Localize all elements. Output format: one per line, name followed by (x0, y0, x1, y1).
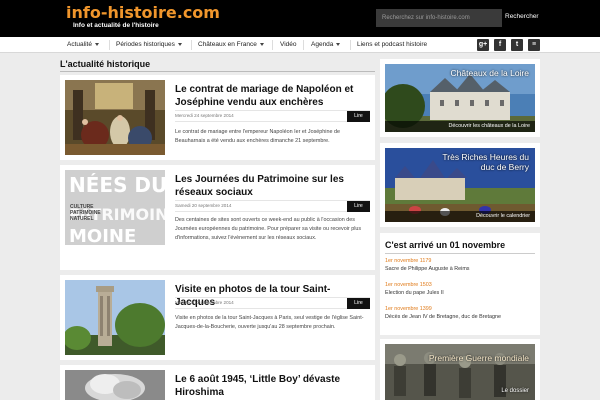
read-button[interactable]: Lire (347, 298, 370, 309)
search-input[interactable]: Recherchez sur info-histoire.com (376, 9, 502, 27)
banner-caption[interactable]: Le dossier (501, 386, 529, 396)
site-logo[interactable]: info-histoire.com (66, 3, 220, 22)
thumbnail-text: NATUREL (70, 216, 94, 222)
nav-item-liens[interactable]: Liens et podcast histoire (357, 41, 427, 48)
event-date-link[interactable]: 1er novembre 1399 (385, 306, 432, 312)
article-thumbnail[interactable] (65, 80, 165, 155)
chevron-down-icon (177, 42, 182, 46)
google-plus-icon[interactable]: g+ (477, 39, 489, 51)
on-this-day-box: C'est arrivé un 01 novembre 1er novembre… (380, 233, 540, 335)
banner-title: Très Riches Heures du duc de Berry (442, 152, 529, 172)
nav-item-agenda[interactable]: Agenda (311, 41, 341, 48)
banner-premiere-guerre[interactable]: Première Guerre mondiale Le dossier (380, 339, 540, 400)
nav-separator (109, 40, 110, 50)
article-meta: Mercredi 24 septembre 2014 Lire (175, 110, 370, 122)
nav-item-periodes[interactable]: Périodes historiques (116, 41, 182, 48)
on-this-day-divider (385, 253, 535, 254)
article-card: Visite en photos de la tour Saint-Jacque… (60, 275, 375, 360)
read-button[interactable]: Lire (347, 201, 370, 212)
nav-item-actualite[interactable]: Actualité (67, 41, 99, 48)
read-button[interactable]: Lire (347, 111, 370, 122)
section-divider (60, 71, 375, 72)
main-nav: Actualité Périodes historiques Châteaux … (0, 37, 600, 53)
banner-title: Châteaux de la Loire (450, 68, 529, 78)
article-card: NÉES DU PATRIMOINE CULTURE PATRIMOINE NA… (60, 165, 375, 270)
article-thumbnail[interactable] (65, 280, 165, 355)
nav-separator (272, 40, 273, 50)
banner-caption[interactable]: Découvrir les châteaux de la Loire (385, 121, 535, 132)
nav-separator (303, 40, 304, 50)
banner-title: Première Guerre mondiale (428, 353, 529, 363)
article-meta: Samedi 20 septembre 2014 Lire (175, 200, 370, 212)
article-date: Samedi 20 septembre 2014 (175, 203, 232, 208)
article-title[interactable]: Le 6 août 1945, ‘Little Boy’ dévaste Hir… (175, 373, 370, 399)
event-date-link[interactable]: 1er novembre 1179 (385, 258, 431, 264)
search-button[interactable]: Rechercher (505, 13, 539, 20)
event-text: Sacre de Philippe Auguste à Reims (385, 266, 470, 272)
article-card: Le 6 août 1945, ‘Little Boy’ dévaste Hir… (60, 365, 375, 400)
nav-item-chateaux[interactable]: Châteaux en France (198, 41, 264, 48)
article-excerpt: Le contrat de mariage entre l'empereur N… (175, 129, 340, 144)
event-date-link[interactable]: 1er novembre 1503 (385, 282, 432, 288)
article-title[interactable]: Le contrat de mariage de Napoléon et Jos… (175, 83, 370, 109)
thumbnail-text: MOINE (69, 226, 136, 245)
rss-icon[interactable]: ≡ (528, 39, 540, 51)
banner-chateaux[interactable]: Châteaux de la Loire Découvrir les châte… (380, 59, 540, 137)
article-excerpt: Des centaines de sites sont ouverts ce w… (175, 217, 362, 241)
banner-caption[interactable]: Découvrir le calendrier (385, 211, 535, 222)
event-text: Election du pape Jules II (385, 290, 444, 296)
facebook-icon[interactable]: f (494, 39, 506, 51)
chevron-down-icon (336, 42, 341, 46)
article-card: Le contrat de mariage de Napoléon et Jos… (60, 75, 375, 160)
article-thumbnail[interactable]: NÉES DU PATRIMOINE CULTURE PATRIMOINE NA… (65, 170, 165, 245)
on-this-day-title: C'est arrivé un 01 novembre (385, 240, 506, 250)
nav-separator (350, 40, 351, 50)
chevron-down-icon (259, 42, 264, 46)
nav-item-video[interactable]: Vidéo (280, 41, 297, 48)
twitter-icon[interactable]: t (511, 39, 523, 51)
site-header: info-histoire.com Info et actualité de l… (0, 0, 600, 37)
site-tagline: Info et actualité de l'histoire (73, 22, 159, 29)
article-date: Mercredi 24 septembre 2014 (175, 113, 234, 118)
thumbnail-text: NÉES DU (69, 173, 165, 197)
article-meta: Mercredi 17 septembre 2014 Lire (175, 297, 370, 309)
article-excerpt: Visite en photos de la tour Saint-Jacque… (175, 315, 364, 330)
event-text: Décès de Jean IV de Bretagne, duc de Bre… (385, 314, 501, 320)
section-title: L'actualité historique (60, 59, 151, 69)
banner-image: Châteaux de la Loire Découvrir les châte… (385, 64, 535, 132)
banner-image: Première Guerre mondiale Le dossier (385, 344, 535, 400)
banner-image: Très Riches Heures du duc de Berry Décou… (385, 148, 535, 222)
article-date: Mercredi 17 septembre 2014 (175, 300, 234, 305)
banner-tres-riches-heures[interactable]: Très Riches Heures du duc de Berry Décou… (380, 143, 540, 227)
article-title[interactable]: Les Journées du Patrimoine sur les résea… (175, 173, 370, 199)
chevron-down-icon (94, 42, 99, 46)
article-thumbnail[interactable] (65, 370, 165, 400)
nav-separator (191, 40, 192, 50)
